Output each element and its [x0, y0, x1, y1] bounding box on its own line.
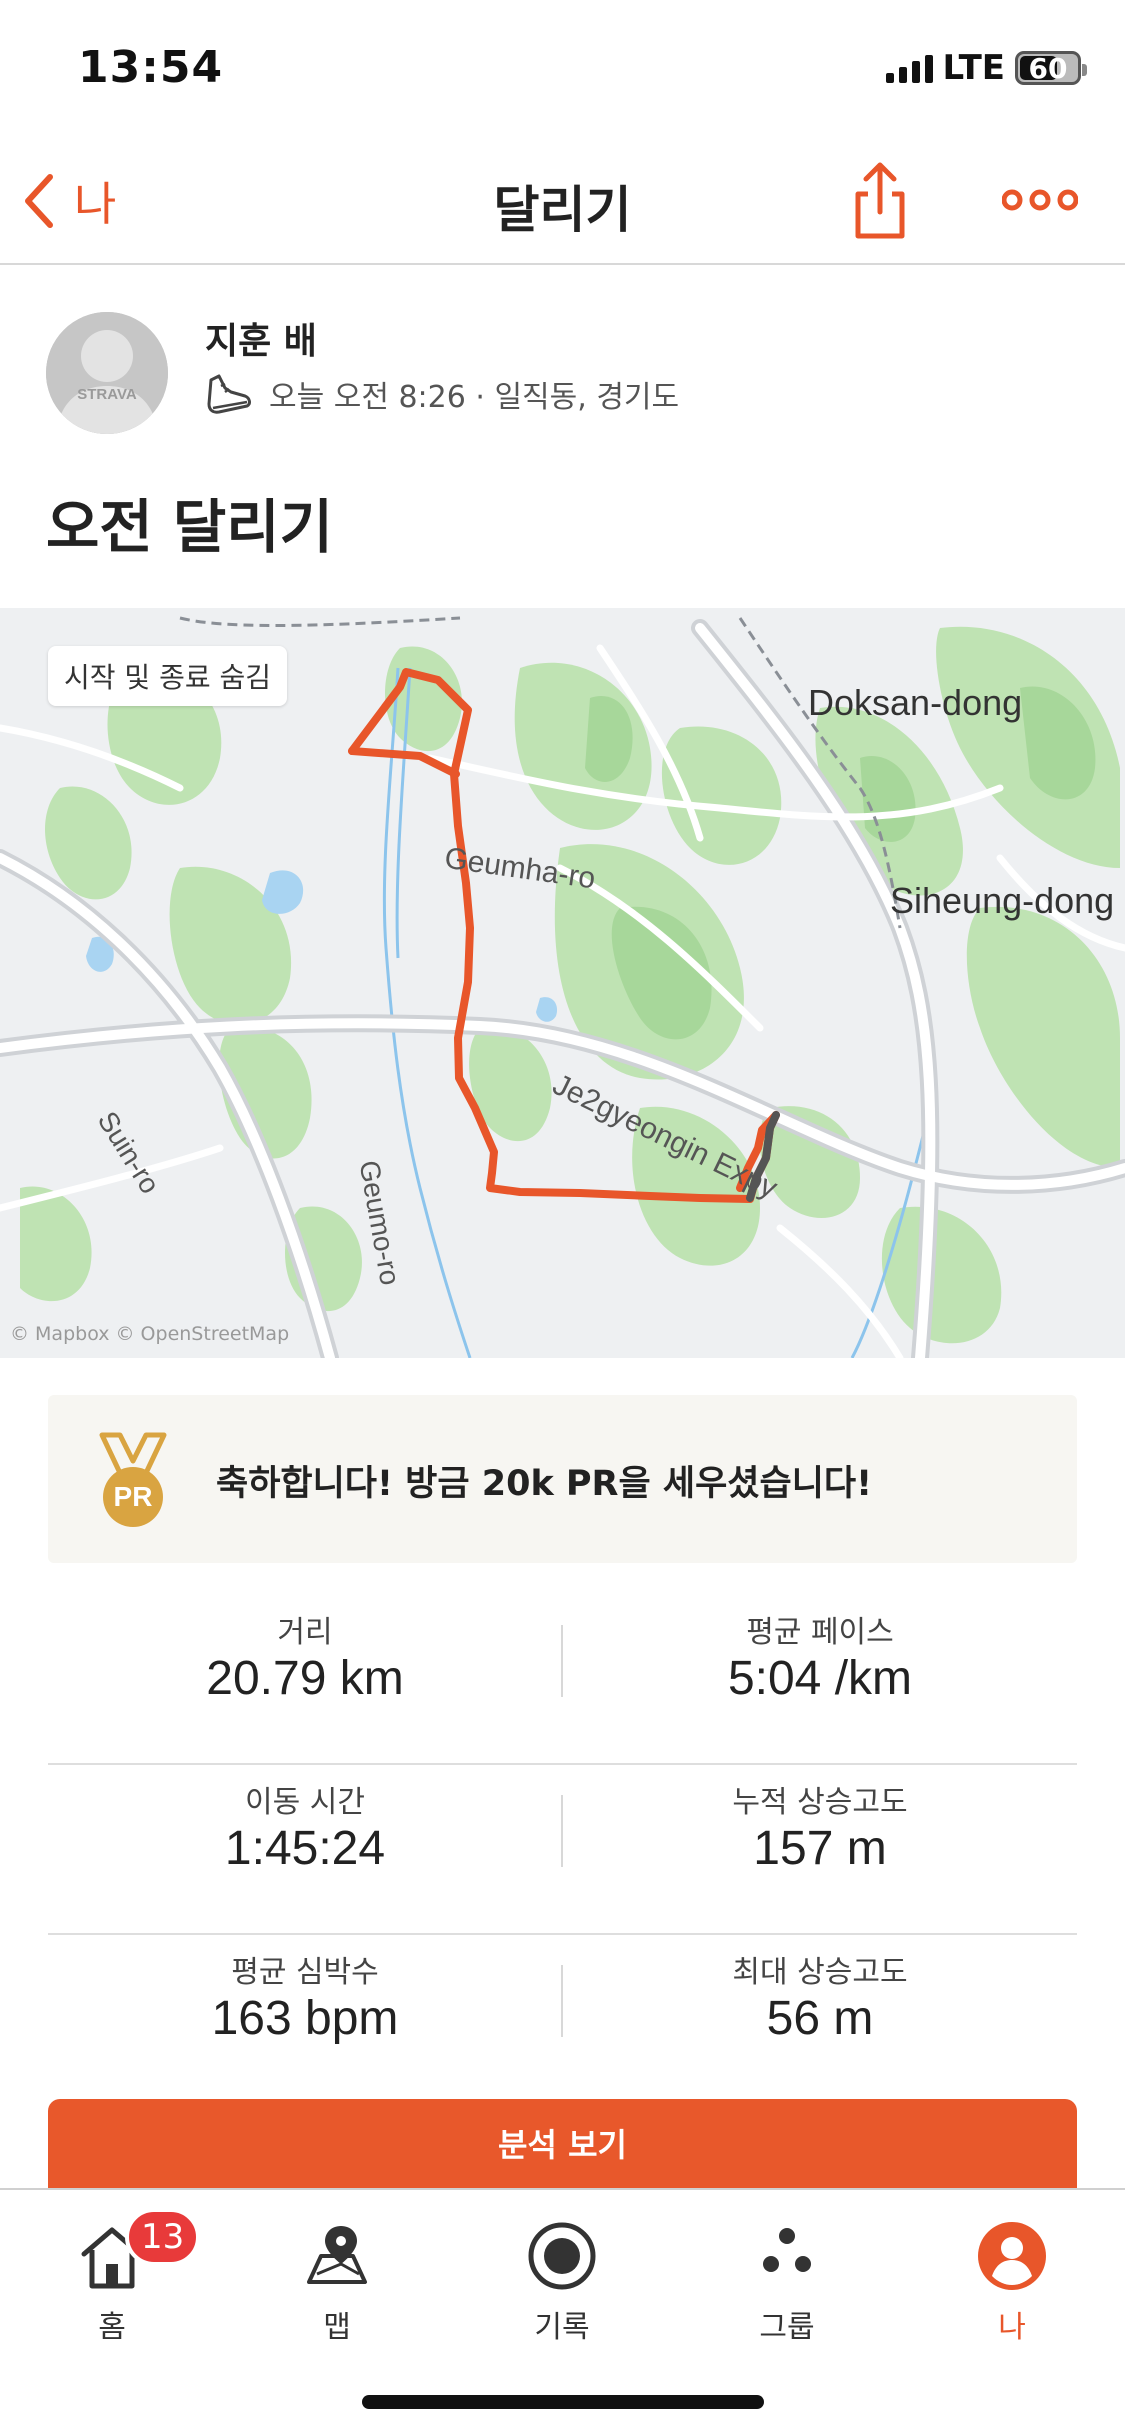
route-map[interactable]: 시작 및 종료 숨김 Doksan-dong Siheung-dong Geum… [0, 608, 1125, 1358]
stat-value: 157 m [753, 1822, 887, 1875]
tab-groups[interactable]: 그룹 [712, 2202, 862, 2352]
record-icon [528, 2222, 596, 2290]
profile-icon [978, 2222, 1046, 2290]
activity-time-location: 오늘 오전 8:26 · 일직동, 경기도 [269, 380, 680, 415]
tab-record[interactable]: 기록 [487, 2202, 637, 2352]
stats-row-2: 이동 시간 1:45:24 누적 상승고도 157 m [48, 1765, 1077, 1935]
network-type: LTE [942, 48, 1005, 88]
pr-message: 축하합니다! 방금 20k PR을 세우셨습니다! [216, 1464, 873, 1504]
tab-you[interactable]: 나 [937, 2202, 1087, 2352]
stats-row-1: 거리 20.79 km 평균 페이스 5:04 /km [48, 1595, 1077, 1765]
page-title: 달리기 [493, 181, 632, 239]
stat-avg-pace: 평균 페이스 5:04 /km [563, 1595, 1077, 1765]
tab-label: 맵 [323, 2310, 351, 2345]
groups-icon [763, 2228, 811, 2272]
stat-value: 163 bpm [211, 1992, 399, 2045]
stat-value: 5:04 /km [727, 1652, 913, 1705]
stat-label: 거리 [277, 1615, 333, 1650]
stat-value: 1:45:24 [224, 1822, 386, 1875]
stat-value: 56 m [766, 1992, 874, 2045]
map-attribution[interactable]: © Mapbox © OpenStreetMap [10, 1323, 289, 1345]
pr-medal-label: PR [113, 1481, 153, 1512]
status-time: 13:54 [78, 42, 224, 93]
stat-moving-time: 이동 시간 1:45:24 [48, 1765, 562, 1935]
stat-max-elevation: 최대 상승고도 56 m [563, 1935, 1077, 2105]
battery-level: 60 [1028, 52, 1068, 85]
activity-title: 오전 달리기 [46, 493, 333, 561]
share-button[interactable] [852, 160, 908, 240]
tab-label: 그룹 [759, 2310, 815, 2345]
stats-row-3: 평균 심박수 163 bpm 최대 상승고도 56 m [48, 1935, 1077, 2105]
activity-meta: 오늘 오전 8:26 · 일직동, 경기도 [205, 372, 679, 416]
avatar-logo: STRAVA [77, 386, 137, 403]
stat-label: 누적 상승고도 [732, 1785, 908, 1820]
tab-label: 나 [998, 2310, 1026, 2345]
tab-maps[interactable]: 맵 [262, 2202, 412, 2352]
map-icon [307, 2226, 367, 2284]
hide-start-end-toggle[interactable]: 시작 및 종료 숨김 [48, 646, 288, 706]
stat-label: 이동 시간 [245, 1785, 365, 1820]
avatar[interactable]: STRAVA [46, 312, 168, 434]
stat-value: 20.79 km [206, 1652, 404, 1705]
more-icon [1001, 189, 1079, 211]
share-icon [855, 162, 905, 239]
pr-banner[interactable]: PR 축하합니다! 방금 20k PR을 세우셨습니다! [48, 1395, 1077, 1563]
tab-label: 홈 [98, 2310, 126, 2345]
nav-header: 나 달리기 [0, 140, 1125, 265]
status-bar: 13:54 LTE 60 [0, 0, 1125, 140]
map-label-doksan: Doksan-dong [808, 682, 1023, 723]
stat-avg-heart-rate: 평균 심박수 163 bpm [48, 1935, 562, 2105]
stat-label: 평균 심박수 [231, 1955, 379, 1990]
stat-distance: 거리 20.79 km [48, 1595, 562, 1765]
signal-icon [885, 53, 933, 83]
athlete-name[interactable]: 지훈 배 [205, 312, 317, 364]
battery-icon: 60 [1015, 51, 1087, 85]
stat-label: 평균 페이스 [746, 1615, 894, 1650]
avatar-placeholder-icon [46, 312, 168, 434]
stat-label: 최대 상승고도 [732, 1955, 908, 1990]
view-analysis-button[interactable]: 분석 보기 [48, 2099, 1077, 2191]
tab-label: 기록 [534, 2310, 590, 2345]
home-indicator [362, 2395, 764, 2409]
activity-stats: 거리 20.79 km 평균 페이스 5:04 /km 이동 시간 1:45:2… [48, 1595, 1077, 2105]
status-indicators: LTE 60 [885, 46, 1087, 90]
notification-badge: 13 [125, 2208, 201, 2266]
running-shoe-icon [207, 374, 251, 414]
more-options-button[interactable] [1001, 180, 1079, 220]
tab-home[interactable]: 홈 13 [37, 2202, 201, 2352]
map-label-siheung: Siheung-dong [890, 880, 1115, 921]
stat-elevation-gain: 누적 상승고도 157 m [563, 1765, 1077, 1935]
